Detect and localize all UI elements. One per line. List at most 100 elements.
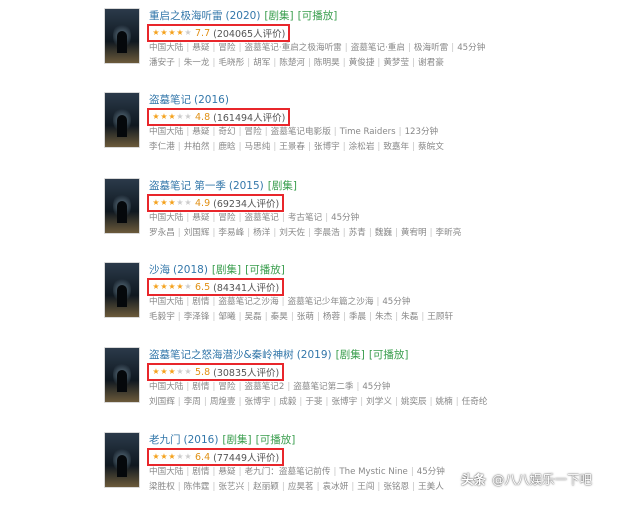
star-rating: ★ ★ ★ ★ ★	[152, 367, 192, 377]
cast-name[interactable]: 杨蓉	[323, 312, 340, 322]
title-link[interactable]: 老九门	[149, 434, 181, 446]
cast-name[interactable]: 邹曦	[218, 312, 235, 322]
cast-name[interactable]: 李昕亮	[436, 228, 462, 238]
cast-name[interactable]: 吴磊	[245, 312, 262, 322]
cast-name[interactable]: 朱杰	[375, 312, 392, 322]
cast-name[interactable]: 张铭恩	[383, 482, 409, 492]
cast-name[interactable]: 黄俊捷	[349, 58, 375, 68]
cast-name[interactable]: 黄宥明	[401, 228, 427, 238]
cast-name[interactable]: 张艺兴	[218, 482, 244, 492]
cast-info: 潘安子 | 朱一龙 | 毛晓彤 | 胡军 | 陈楚河 | 陈明昊 | 黄俊捷 | 黄梦莹 | 谢君豪	[149, 56, 444, 70]
cast-name[interactable]: 秦昊	[271, 312, 288, 322]
cast-name[interactable]: 应昊茗	[288, 482, 314, 492]
result-item: 盗墓笔记之怒海潜沙&秦岭神树 (2019) [剧集] [可播放] ★ ★ ★ ★ ★ 5.8 (30…	[104, 347, 624, 429]
cast-name[interactable]: 周煌壹	[210, 397, 236, 407]
cast-name[interactable]: 梁胜权	[149, 482, 175, 492]
type-tag[interactable]: [剧集]	[336, 349, 365, 361]
cast-name[interactable]: 苏青	[349, 228, 366, 238]
cast-name[interactable]: 李易峰	[218, 228, 244, 238]
poster-thumbnail[interactable]	[104, 262, 140, 318]
star-empty-icon: ★	[184, 452, 192, 461]
title-link[interactable]: 重启之极海听雷	[149, 10, 223, 22]
cast-name[interactable]: 潘安子	[149, 58, 175, 68]
separator: |	[342, 228, 346, 238]
cast-name[interactable]: 致嘉年	[383, 142, 409, 152]
separator: |	[429, 397, 433, 407]
cast-name[interactable]: 罗永昌	[149, 228, 175, 238]
title-row: 盗墓笔记之怒海潜沙&秦岭神树 (2019) [剧集] [可播放]	[149, 347, 409, 363]
cast-name[interactable]: 黄梦莹	[383, 58, 409, 68]
separator: |	[238, 142, 242, 152]
cast-name[interactable]: 马思纯	[245, 142, 271, 152]
cast-name[interactable]: 王闯	[357, 482, 374, 492]
cast-name[interactable]: 杨洋	[253, 228, 270, 238]
cast-name[interactable]: 王美人	[418, 482, 444, 492]
poster-thumbnail[interactable]	[104, 178, 140, 234]
type-tag[interactable]: [剧集]	[222, 434, 251, 446]
title-link[interactable]: 盗墓笔记之怒海潜沙&秦岭神树	[149, 349, 294, 361]
year: (2015)	[228, 180, 264, 192]
cast-name[interactable]: 赵丽颖	[253, 482, 279, 492]
separator: |	[377, 482, 381, 492]
title-link[interactable]: 盗墓笔记 第一季	[149, 180, 226, 192]
cast-name[interactable]: 涂松岩	[349, 142, 375, 152]
poster-thumbnail[interactable]	[104, 347, 140, 403]
cast-name[interactable]: 刘国辉	[184, 228, 210, 238]
separator: |	[325, 213, 329, 223]
cast-name[interactable]: 刘天佐	[279, 228, 305, 238]
poster-thumbnail[interactable]	[104, 92, 140, 148]
cast-name[interactable]: 朱磊	[401, 312, 418, 322]
cast-name[interactable]: 井柏然	[184, 142, 210, 152]
type-tag[interactable]: [剧集]	[268, 180, 297, 192]
type-tag[interactable]: [剧集]	[212, 264, 241, 276]
type-tag[interactable]: [可播放]	[298, 10, 338, 22]
poster-thumbnail[interactable]	[104, 8, 140, 64]
separator: |	[281, 213, 285, 223]
cast-name[interactable]: 鹿晗	[218, 142, 235, 152]
type-tag[interactable]: [可播放]	[245, 264, 285, 276]
cast-name[interactable]: 魏巍	[375, 228, 392, 238]
cast-name[interactable]: 姚奕辰	[401, 397, 427, 407]
cast-name[interactable]: 季晨	[349, 312, 366, 322]
year: (2020)	[225, 10, 261, 22]
cast-name[interactable]: 姚楠	[436, 397, 453, 407]
type-tag[interactable]: [剧集]	[264, 10, 293, 22]
title-row: 盗墓笔记 第一季 (2015) [剧集]	[149, 178, 297, 194]
cast-name[interactable]: 张博宇	[331, 397, 357, 407]
cast-name[interactable]: 张博宇	[245, 397, 271, 407]
star-rating: ★ ★ ★ ★ ★	[152, 282, 192, 292]
cast-name[interactable]: 王顾轩	[427, 312, 453, 322]
cast-name[interactable]: 李晨浩	[314, 228, 340, 238]
star-empty-icon: ★	[184, 282, 192, 291]
cast-name[interactable]: 张萌	[297, 312, 314, 322]
poster-thumbnail[interactable]	[104, 432, 140, 488]
cast-name[interactable]: 陈楚河	[279, 58, 305, 68]
cast-name[interactable]: 刘国辉	[149, 397, 175, 407]
cast-name[interactable]: 任奇纶	[462, 397, 488, 407]
cast-name[interactable]: 成毅	[279, 397, 296, 407]
cast-name[interactable]: 陈明昊	[314, 58, 340, 68]
type-tag[interactable]: [可播放]	[369, 349, 409, 361]
cast-name[interactable]: 陈伟霆	[184, 482, 210, 492]
cast-name[interactable]: 李仁港	[149, 142, 175, 152]
cast-name[interactable]: 谢君豪	[418, 58, 444, 68]
cast-name[interactable]: 毛晓彤	[218, 58, 244, 68]
result-item: 盗墓笔记 第一季 (2015) [剧集] ★ ★ ★ ★ ★ 4.9 (69234人评价) 中国大陆…	[104, 178, 624, 260]
cast-name[interactable]: 王景春	[279, 142, 305, 152]
cast-info: 罗永昌 | 刘国辉 | 李易峰 | 杨洋 | 刘天佐 | 李晨浩 | 苏青 | 魏巍 | 黄宥明 | 李昕亮	[149, 226, 461, 240]
type-tag[interactable]: [可播放]	[256, 434, 296, 446]
cast-name[interactable]: 朱一龙	[184, 58, 210, 68]
cast-name[interactable]: 毛毅宇	[149, 312, 175, 322]
title-link[interactable]: 盗墓笔记	[149, 94, 191, 106]
cast-name[interactable]: 李泽锋	[184, 312, 210, 322]
cast-name[interactable]: 胡军	[253, 58, 270, 68]
cast-name[interactable]: 刘学义	[366, 397, 392, 407]
cast-name[interactable]: 于斐	[305, 397, 322, 407]
title-link[interactable]: 沙海	[149, 264, 170, 276]
cast-name[interactable]: 张博宇	[314, 142, 340, 152]
cast-name[interactable]: 李周	[184, 397, 201, 407]
cast-name[interactable]: 袁冰妍	[323, 482, 349, 492]
cast-name[interactable]: 蔡皖文	[418, 142, 444, 152]
separator: |	[369, 312, 373, 322]
separator: |	[273, 397, 277, 407]
